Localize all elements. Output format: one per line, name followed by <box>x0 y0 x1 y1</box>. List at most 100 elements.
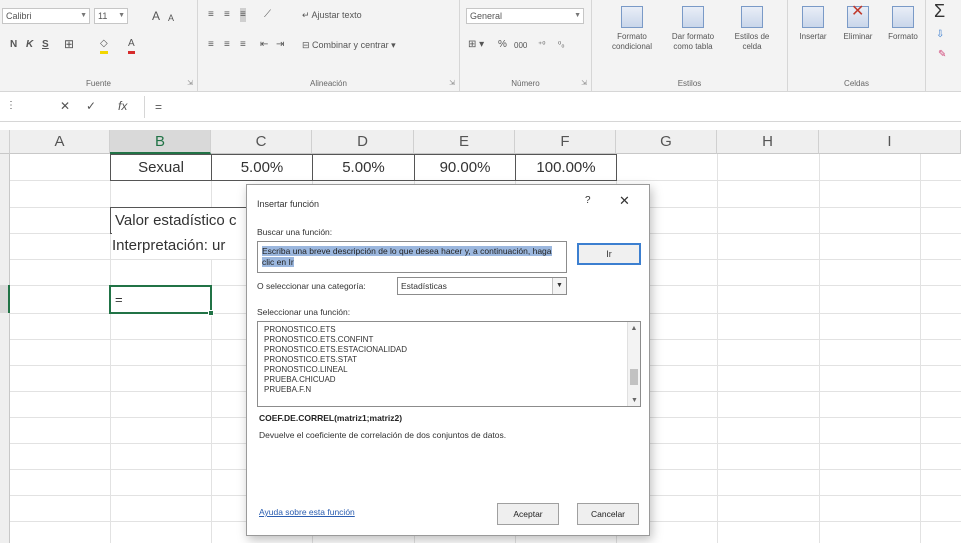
align-right-icon[interactable]: ≡ <box>240 38 246 52</box>
number-format-select[interactable]: General ▼ <box>466 8 584 24</box>
align-left-icon[interactable]: ≡ <box>208 38 214 52</box>
number-group-label: Número <box>511 79 540 88</box>
cancel-entry-icon[interactable]: ✕ <box>60 99 70 113</box>
conditional-format-button[interactable]: Formato condicional <box>602 6 662 52</box>
confirm-entry-icon[interactable]: ✓ <box>86 99 96 113</box>
active-cell-b[interactable]: = <box>109 285 212 314</box>
formula-input[interactable]: = <box>144 96 959 118</box>
insert-function-icon[interactable]: fx <box>118 99 127 113</box>
wrap-text-label: Ajustar texto <box>311 10 362 20</box>
underline-button[interactable]: S <box>42 38 49 52</box>
row-header-strip <box>0 154 10 543</box>
italic-button[interactable]: K <box>26 38 33 52</box>
format-table-label-1: Dar formato <box>671 32 715 41</box>
column-header-b[interactable]: B <box>110 130 211 154</box>
column-header-g[interactable]: G <box>616 130 717 154</box>
delete-cells-button[interactable]: Eliminar <box>836 6 880 42</box>
styles-group-label: Estilos <box>677 79 702 88</box>
list-item[interactable]: PRONOSTICO.LINEAL <box>258 365 640 375</box>
align-bottom-icon[interactable]: ≡ <box>240 8 246 22</box>
column-header-h[interactable]: H <box>717 130 819 154</box>
insert-cells-button[interactable]: Insertar <box>792 6 834 42</box>
list-scrollbar[interactable]: ▲ ▼ <box>627 322 640 406</box>
cell-valor-estadistico[interactable]: Valor estadístico c <box>110 207 250 234</box>
cell-e-value[interactable]: 90.00% <box>414 154 516 181</box>
category-label: O seleccionar una categoría: <box>257 281 366 291</box>
search-text: Escriba una breve descripción de lo que … <box>262 246 552 267</box>
orientation-icon[interactable]: ⟋ <box>264 8 271 22</box>
dialog-launcher-icon[interactable]: ⇲ <box>449 79 455 87</box>
help-link[interactable]: Ayuda sobre esta función <box>259 507 355 517</box>
cell-d-value[interactable]: 5.00% <box>312 154 415 181</box>
format-as-table-button[interactable]: Dar formato como tabla <box>664 6 722 52</box>
increase-indent-icon[interactable]: ⇥ <box>276 38 284 52</box>
column-header-a[interactable]: A <box>10 130 110 154</box>
align-middle-icon[interactable]: ≡ <box>224 8 230 22</box>
shrink-font-button[interactable]: A <box>168 11 174 25</box>
cancel-button[interactable]: Cancelar <box>577 503 639 525</box>
function-list[interactable]: PRONOSTICO.ETS PRONOSTICO.ETS.CONFINT PR… <box>257 321 641 407</box>
cell-b-sexual[interactable]: Sexual <box>110 154 212 181</box>
gridline <box>717 154 718 543</box>
decrease-indent-icon[interactable]: ⇤ <box>260 38 268 52</box>
select-function-label: Seleccionar una función: <box>257 307 351 317</box>
column-header-c[interactable]: C <box>211 130 312 154</box>
column-header-i[interactable]: I <box>819 130 961 154</box>
merge-center-label: Combinar y centrar <box>312 40 389 50</box>
column-header-d[interactable]: D <box>312 130 414 154</box>
go-button[interactable]: Ir <box>577 243 641 265</box>
font-size-select[interactable]: 11 ▼ <box>94 8 128 24</box>
active-cell-content: = <box>115 292 123 307</box>
column-header-e[interactable]: E <box>414 130 515 154</box>
cell-styles-button[interactable]: Estilos de celda <box>724 6 780 52</box>
column-header-f[interactable]: F <box>515 130 616 154</box>
category-select[interactable]: Estadísticas ▼ <box>397 277 567 295</box>
list-item[interactable]: PRUEBA.CHICUAD <box>258 375 640 385</box>
search-label: Buscar una función: <box>257 227 333 237</box>
font-color-icon[interactable]: A <box>128 37 135 54</box>
function-search-input[interactable]: Escriba una breve descripción de lo que … <box>257 241 567 273</box>
align-center-icon[interactable]: ≡ <box>224 38 230 52</box>
cell-f-value[interactable]: 100.00% <box>515 154 617 181</box>
list-item[interactable]: PRONOSTICO.ETS <box>258 325 640 335</box>
decrease-decimal-icon[interactable]: ⁰₀ <box>558 38 565 52</box>
format-cells-button[interactable]: Formato <box>882 6 924 42</box>
close-icon[interactable]: ✕ <box>619 193 630 209</box>
thousands-button[interactable]: 000 <box>514 39 527 53</box>
scrollbar-thumb[interactable] <box>630 369 638 385</box>
list-item[interactable]: PRUEBA.F.N <box>258 385 640 395</box>
number-format-value: General <box>470 11 503 21</box>
cell-interpretacion[interactable]: Interpretación: ur <box>112 233 250 259</box>
formula-bar: ⋮ ✕ ✓ fx = <box>0 92 961 122</box>
fill-handle[interactable] <box>208 310 214 316</box>
fill-color-icon[interactable]: ◇ <box>100 37 108 54</box>
increase-decimal-icon[interactable]: ⁺⁰ <box>538 38 545 52</box>
cell-c-value[interactable]: 5.00% <box>211 154 313 181</box>
more-icon[interactable]: ⋮ <box>6 100 16 111</box>
font-name-value: Calibri <box>6 11 32 21</box>
clear-icon[interactable]: ✎ <box>938 48 946 62</box>
list-item[interactable]: PRONOSTICO.ETS.CONFINT <box>258 335 640 345</box>
ok-button[interactable]: Aceptar <box>497 503 559 525</box>
dialog-launcher-icon[interactable]: ⇲ <box>187 79 193 87</box>
function-signature: COEF.DE.CORREL(matriz1;matriz2) <box>259 413 403 423</box>
accounting-format-icon[interactable]: ⊞ ▾ <box>468 38 484 52</box>
select-all-corner[interactable] <box>0 130 10 154</box>
font-name-select[interactable]: Calibri ▼ <box>2 8 90 24</box>
autosum-icon[interactable]: Σ <box>934 2 945 20</box>
borders-icon[interactable]: ⊞ <box>64 37 74 51</box>
bold-button[interactable]: N <box>10 38 17 52</box>
grow-font-button[interactable]: A <box>152 9 160 23</box>
list-item[interactable]: PRONOSTICO.ETS.STAT <box>258 355 640 365</box>
fill-icon[interactable]: ⇩ <box>936 28 944 42</box>
align-top-icon[interactable]: ≡ <box>208 8 214 22</box>
alignment-group: ≡ ≡ ≡ ⟋ ↵ Ajustar texto ≡ ≡ ≡ ⇤ ⇥ ⊟ Comb… <box>198 0 460 92</box>
scroll-down-icon[interactable]: ▼ <box>631 397 638 404</box>
merge-center-button[interactable]: ⊟ Combinar y centrar ▾ <box>302 38 396 52</box>
list-item[interactable]: PRONOSTICO.ETS.ESTACIONALIDAD <box>258 345 640 355</box>
help-icon[interactable]: ? <box>585 195 591 206</box>
wrap-text-button[interactable]: ↵ Ajustar texto <box>302 8 362 22</box>
dialog-launcher-icon[interactable]: ⇲ <box>581 79 587 87</box>
percent-button[interactable]: % <box>498 38 507 52</box>
scroll-up-icon[interactable]: ▲ <box>628 325 640 332</box>
